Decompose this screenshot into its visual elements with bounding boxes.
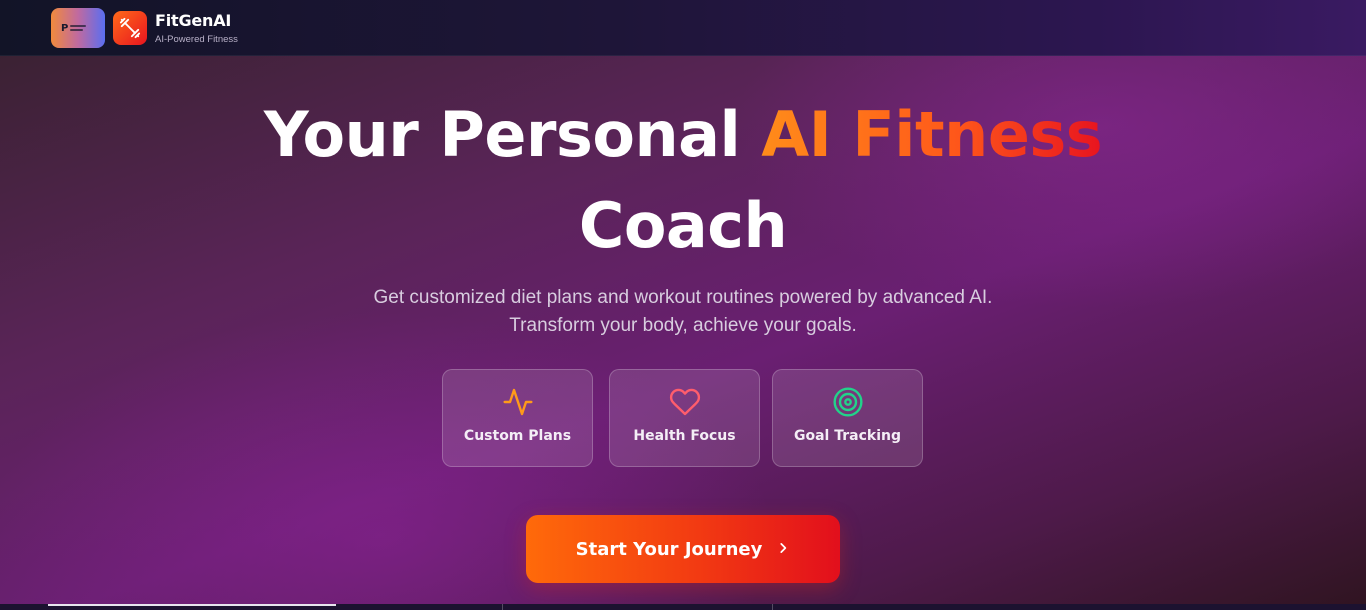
headline-part1: Your Personal	[263, 98, 762, 171]
cta-label: Start Your Journey	[575, 538, 763, 560]
chevron-right-icon	[776, 541, 790, 558]
subtitle-line2: Transform your body, achieve your goals.	[509, 315, 857, 336]
brand-name[interactable]: FitGenAI	[155, 11, 231, 30]
partner-logo-mark: P	[61, 22, 69, 34]
feature-card-goal-tracking: Goal Tracking	[772, 369, 923, 467]
feature-card-health-focus: Health Focus	[609, 369, 760, 467]
target-icon	[832, 386, 864, 418]
feature-cards: Custom Plans Health Focus Goal Tracking	[0, 369, 1366, 467]
subtitle-line1: Get customized diet plans and workout ro…	[373, 287, 993, 308]
hero-headline: Your Personal AI Fitness Coach	[0, 90, 1366, 271]
dumbbell-icon[interactable]	[113, 11, 147, 45]
activity-pulse-icon	[502, 386, 534, 418]
headline-accent: AI Fitness	[761, 98, 1103, 171]
feature-card-custom-plans: Custom Plans	[442, 369, 593, 467]
next-section-edge	[0, 604, 1366, 610]
hero-subtitle: Get customized diet plans and workout ro…	[0, 284, 1366, 340]
top-navbar: P FitGenAI AI-Powered Fitness	[0, 0, 1366, 56]
heart-icon	[669, 386, 701, 418]
feature-label: Health Focus	[633, 428, 736, 444]
brand-tagline: AI-Powered Fitness	[155, 34, 238, 45]
feature-label: Goal Tracking	[794, 428, 901, 444]
headline-part2: Coach	[578, 188, 788, 262]
feature-label: Custom Plans	[463, 428, 572, 444]
start-journey-button[interactable]: Start Your Journey	[526, 515, 840, 583]
partner-logo[interactable]: P	[51, 8, 105, 48]
